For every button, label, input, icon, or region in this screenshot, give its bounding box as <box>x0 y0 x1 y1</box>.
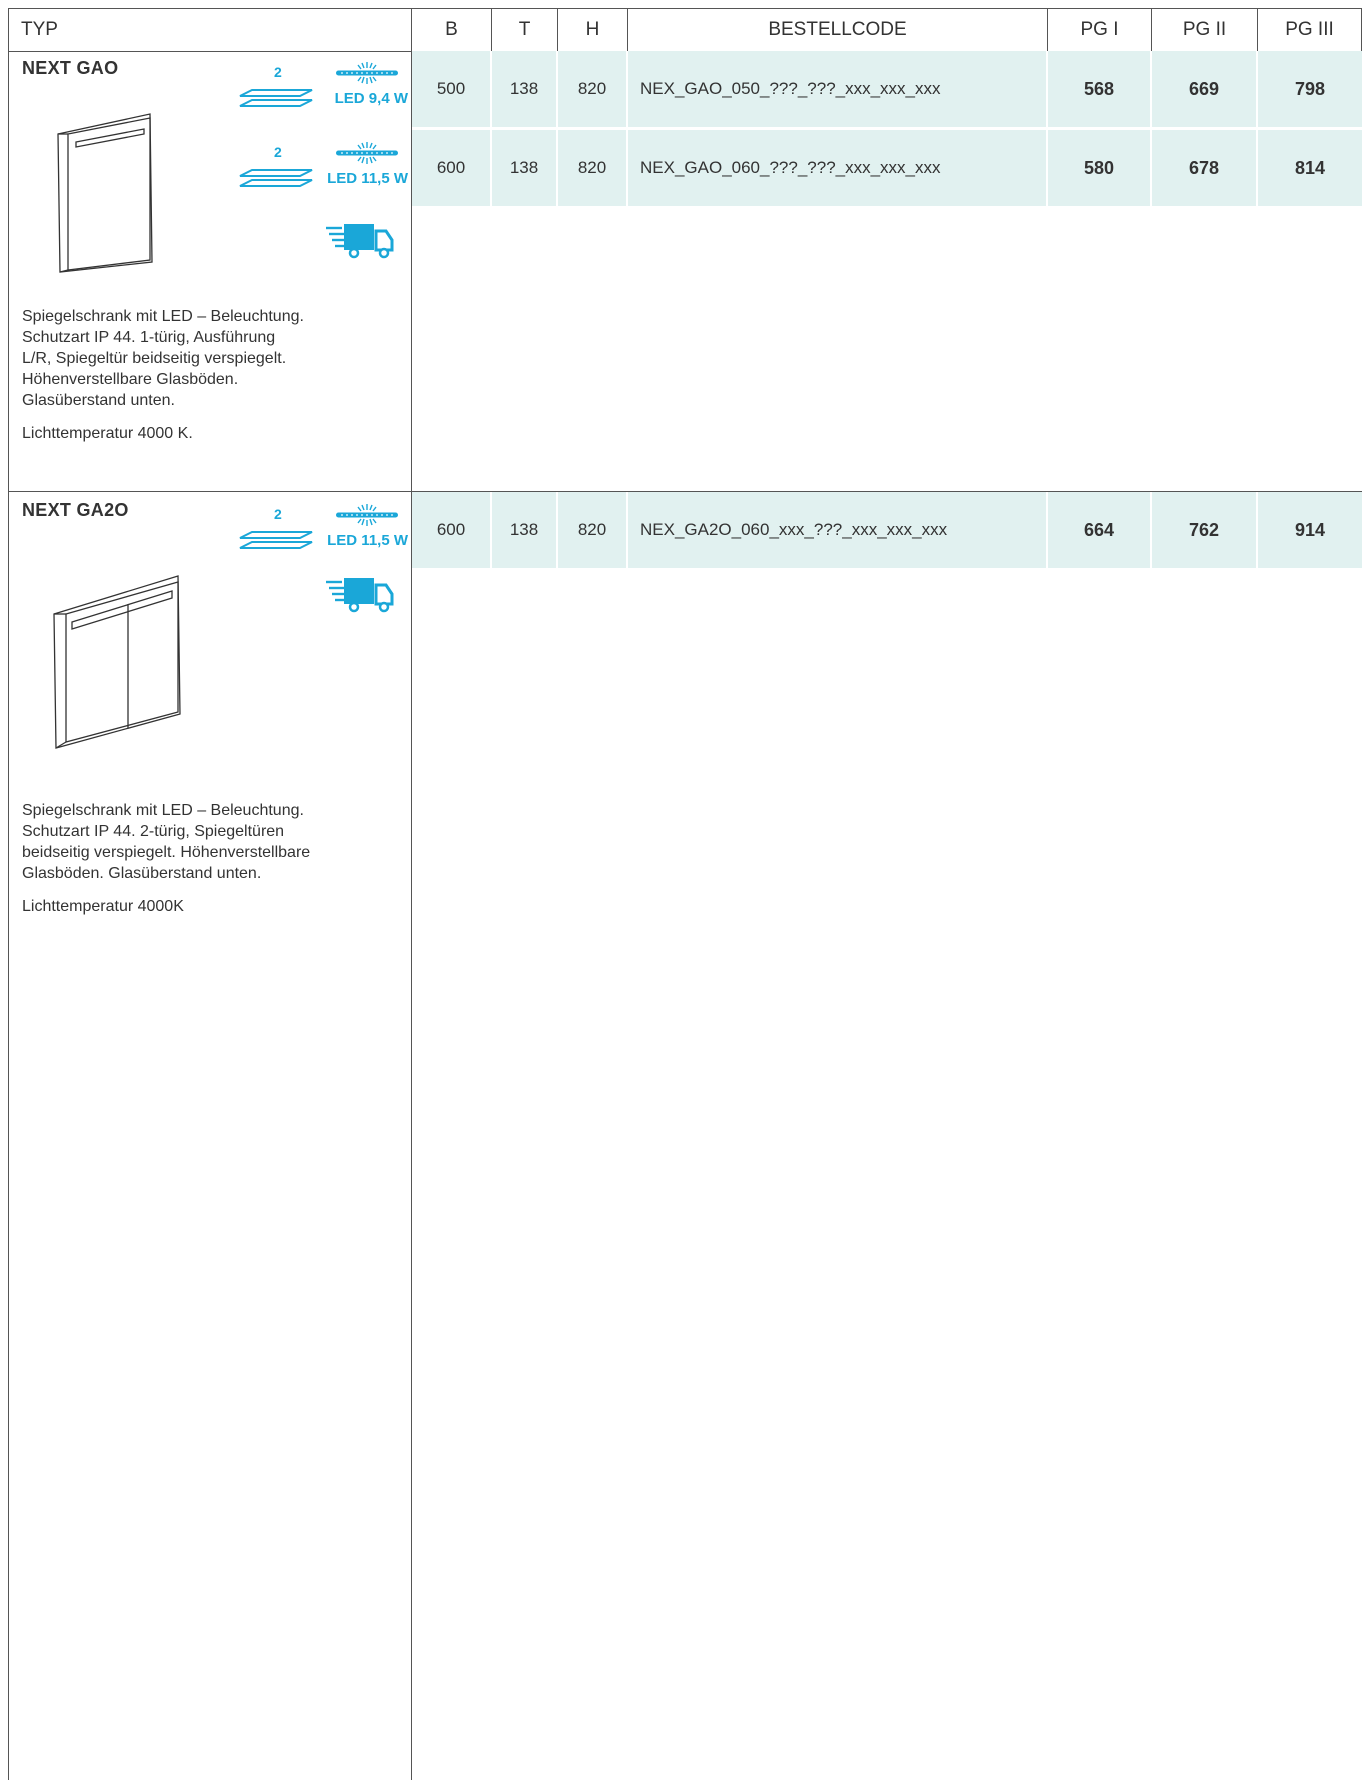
cabinet-1door-illustration <box>57 113 153 273</box>
description-line: Spiegelschrank mit LED – Beleuchtung. <box>22 308 304 325</box>
col-bestellcode: BESTELLCODE <box>628 9 1048 51</box>
table-row: 600 138 820 NEX_GA2O_060_xxx_???_xxx_xxx… <box>412 492 1362 568</box>
shelves-icon <box>239 531 313 549</box>
cell-t: 138 <box>492 492 558 568</box>
description-line: Höhenverstellbare Glasböden. <box>22 371 239 388</box>
led-power: LED 9,4 W <box>334 90 408 107</box>
col-pg2: PG II <box>1152 9 1258 51</box>
price-table: TYP B T H BESTELLCODE PG I PG II PG III … <box>8 8 1362 1780</box>
description-line: Glasböden. Glasüberstand unten. <box>22 865 262 882</box>
cell-pg2: 762 <box>1152 492 1258 568</box>
cell-h: 820 <box>558 492 628 568</box>
cell-pg1: 580 <box>1048 130 1152 206</box>
description-line: L/R, Spiegeltür beidseitig verspiegelt. <box>22 350 287 367</box>
led-power: LED 11,5 W <box>327 170 408 187</box>
led-strip-icon <box>336 142 398 164</box>
product-title: NEXT GA2O <box>22 500 129 520</box>
spec-badge: 2 LED 11,5 W <box>230 142 410 196</box>
cell-pg1: 664 <box>1048 492 1152 568</box>
cell-t: 138 <box>492 130 558 206</box>
description-line: Schutzart IP 44. 2-türig, Spiegeltüren <box>22 823 285 840</box>
col-pg1: PG I <box>1048 9 1152 51</box>
led-power: LED 11,5 W <box>327 532 408 549</box>
table-header: TYP B T H BESTELLCODE PG I PG II PG III <box>8 8 1362 52</box>
delivery-truck-icon <box>326 578 394 613</box>
product-description: Spiegelschrank mit LED – Beleuchtung. Sc… <box>22 306 382 456</box>
cell-pg3: 798 <box>1258 51 1362 127</box>
delivery-truck-icon <box>326 224 394 259</box>
cell-pg2: 669 <box>1152 51 1258 127</box>
product-title: NEXT GAO <box>22 58 119 78</box>
shelf-count: 2 <box>274 506 282 522</box>
cell-bestellcode: NEX_GA2O_060_xxx_???_xxx_xxx_xxx <box>628 492 1048 568</box>
cell-b: 600 <box>412 130 492 206</box>
led-strip-icon <box>336 62 398 84</box>
cabinet-2door-illustration <box>53 575 181 749</box>
cell-pg1: 568 <box>1048 51 1152 127</box>
description-line: Spiegelschrank mit LED – Beleuchtung. <box>22 802 304 819</box>
cell-h: 820 <box>558 51 628 127</box>
cell-bestellcode: NEX_GAO_050_???_???_xxx_xxx_xxx <box>628 51 1048 127</box>
cell-b: 600 <box>412 492 492 568</box>
cell-t: 138 <box>492 51 558 127</box>
col-h: H <box>558 9 628 51</box>
table-row: 600 138 820 NEX_GAO_060_???_???_xxx_xxx_… <box>412 130 1362 206</box>
cell-pg3: 814 <box>1258 130 1362 206</box>
shelf-count: 2 <box>274 64 282 80</box>
cell-pg3: 914 <box>1258 492 1362 568</box>
led-strip-icon <box>336 504 398 526</box>
light-temperature: Lichttemperatur 4000K <box>22 898 184 915</box>
light-temperature: Lichttemperatur 4000 K. <box>22 425 193 442</box>
col-pg3: PG III <box>1258 9 1362 51</box>
shelves-icon <box>239 89 313 107</box>
spec-badge: 2 LED 9,4 W <box>230 62 410 116</box>
description-line: beidseitig verspiegelt. Höhenverstellbar… <box>22 844 311 861</box>
description-line: Glasüberstand unten. <box>22 392 175 409</box>
col-typ: TYP <box>8 9 412 51</box>
cell-pg2: 678 <box>1152 130 1258 206</box>
cell-b: 500 <box>412 51 492 127</box>
cell-bestellcode: NEX_GAO_060_???_???_xxx_xxx_xxx <box>628 130 1048 206</box>
product-description: Spiegelschrank mit LED – Beleuchtung. Sc… <box>22 800 382 929</box>
col-t: T <box>492 9 558 51</box>
table-row: 500 138 820 NEX_GAO_050_???_???_xxx_xxx_… <box>412 51 1362 127</box>
cell-h: 820 <box>558 130 628 206</box>
col-b: B <box>412 9 492 51</box>
shelves-icon <box>239 169 313 187</box>
shelf-count: 2 <box>274 144 282 160</box>
spec-badge: 2 LED 11,5 W <box>230 504 410 558</box>
description-line: Schutzart IP 44. 1-türig, Ausführung <box>22 329 276 346</box>
